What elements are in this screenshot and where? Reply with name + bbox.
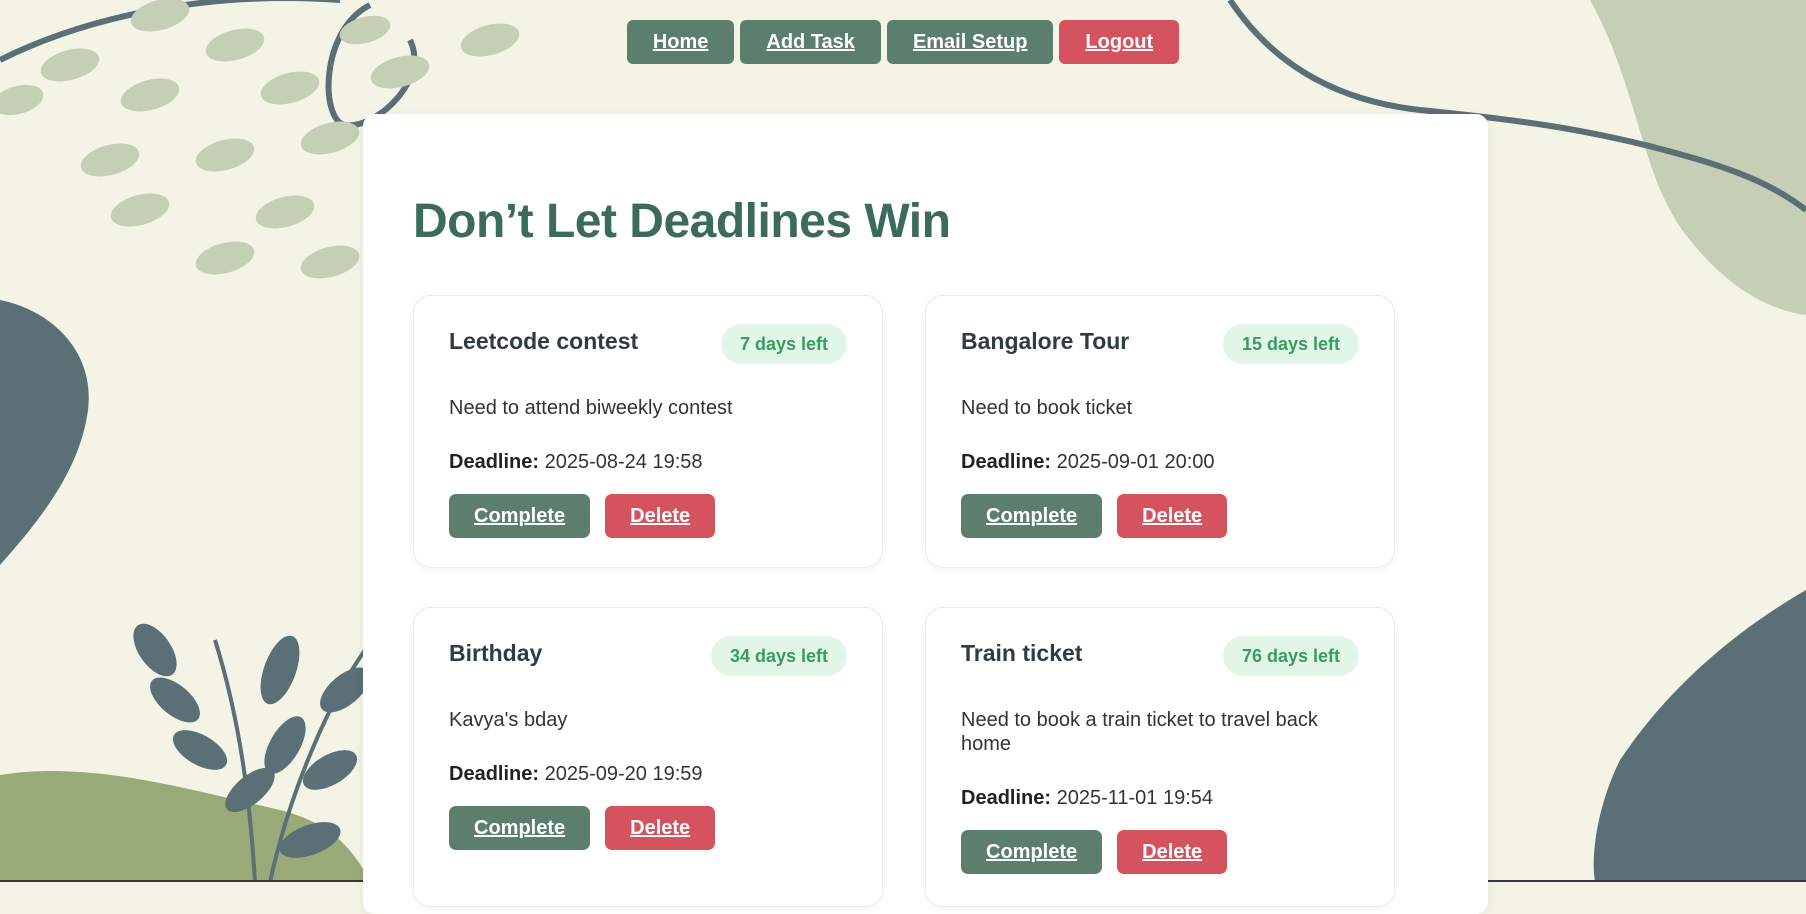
deadline-label: Deadline: <box>961 451 1052 473</box>
task-card: Leetcode contest 7 days left Need to att… <box>413 295 883 568</box>
main-panel: Don’t Let Deadlines Win Leetcode contest… <box>363 114 1488 914</box>
days-left-badge: 7 days left <box>720 324 847 364</box>
task-actions: Complete Delete <box>449 806 716 850</box>
logout-button[interactable]: Logout <box>1059 20 1180 64</box>
slate-blob-bottom-right <box>1593 590 1806 882</box>
home-button[interactable]: Home <box>626 20 735 64</box>
task-title: Bangalore Tour <box>961 328 1130 354</box>
task-description: Need to book ticket <box>961 397 1133 419</box>
task-deadline: Deadline: 2025-09-20 19:59 <box>449 763 703 786</box>
task-description: Need to attend biweekly contest <box>449 397 733 419</box>
task-actions: Complete Delete <box>961 494 1228 538</box>
deadline-value: 2025-09-20 19:59 <box>544 763 703 785</box>
task-card: Train ticket 76 days left Need to book a… <box>925 607 1395 907</box>
days-left-badge: 15 days left <box>1222 324 1359 364</box>
task-actions: Complete Delete <box>961 830 1228 874</box>
deadline-value: 2025-08-24 19:58 <box>544 451 703 473</box>
complete-button[interactable]: Complete <box>961 830 1103 874</box>
task-title: Birthday <box>449 640 543 666</box>
complete-button[interactable]: Complete <box>449 806 591 850</box>
task-deadline: Deadline: 2025-11-01 19:54 <box>961 787 1213 810</box>
add-task-button[interactable]: Add Task <box>740 20 881 64</box>
deadline-value: 2025-09-01 20:00 <box>1056 451 1215 473</box>
slate-blob-left <box>0 300 89 565</box>
deadline-value: 2025-11-01 19:54 <box>1056 787 1214 809</box>
page-title: Don’t Let Deadlines Win <box>413 195 951 248</box>
days-left-badge: 76 days left <box>1222 636 1359 676</box>
deadline-label: Deadline: <box>449 763 540 785</box>
complete-button[interactable]: Complete <box>449 494 591 538</box>
delete-button[interactable]: Delete <box>1117 830 1228 874</box>
task-title: Train ticket <box>961 640 1083 666</box>
task-card: Birthday 34 days left Kavya's bday Deadl… <box>413 607 883 907</box>
task-title: Leetcode contest <box>449 328 639 354</box>
delete-button[interactable]: Delete <box>605 806 716 850</box>
task-card: Bangalore Tour 15 days left Need to book… <box>925 295 1395 568</box>
deadline-label: Deadline: <box>961 787 1052 809</box>
task-deadline: Deadline: 2025-09-01 20:00 <box>961 451 1215 474</box>
task-actions: Complete Delete <box>449 494 716 538</box>
deadline-label: Deadline: <box>449 451 540 473</box>
delete-button[interactable]: Delete <box>605 494 716 538</box>
delete-button[interactable]: Delete <box>1117 494 1228 538</box>
task-deadline: Deadline: 2025-08-24 19:58 <box>449 451 703 474</box>
days-left-badge: 34 days left <box>710 636 847 676</box>
task-description: Kavya's bday <box>449 709 568 731</box>
top-navigation: Home Add Task Email Setup Logout <box>0 20 1806 64</box>
task-description: Need to book a train ticket to travel ba… <box>961 709 1318 755</box>
email-setup-button[interactable]: Email Setup <box>886 20 1054 64</box>
complete-button[interactable]: Complete <box>961 494 1103 538</box>
